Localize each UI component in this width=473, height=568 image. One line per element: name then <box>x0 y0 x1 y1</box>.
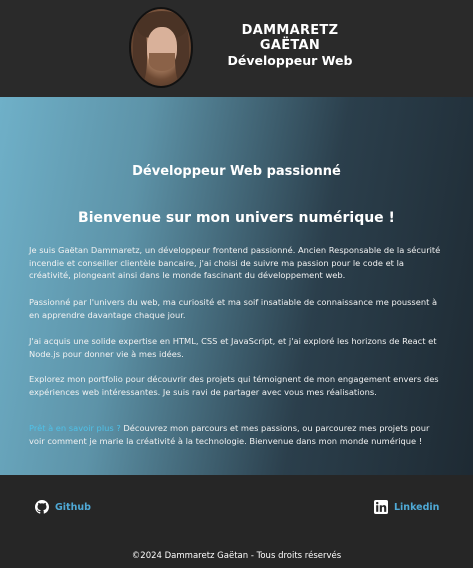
copyright: ©2024 Dammaretz Gaëtan - Tous droits rés… <box>131 551 342 561</box>
portfolio-paragraph: Explorez mon portfolio pour découvrir de… <box>29 374 439 397</box>
profile-name: DAMMARETZ GAËTAN <box>241 23 339 53</box>
learn-more-link[interactable]: Prêt à en savoir plus ? <box>29 423 121 433</box>
github-link[interactable]: Github <box>35 500 91 514</box>
hero-title: Développeur Web passionné <box>132 164 341 179</box>
skills-paragraph: J'ai acquis une solide expertise en HTML… <box>29 336 437 359</box>
cta-paragraph: Prêt à en savoir plus ? Découvrez mon pa… <box>29 422 441 447</box>
curiosity-paragraph: Passionné par l'univers du web, ma curio… <box>29 297 438 320</box>
profile-role: Développeur Web <box>227 53 353 68</box>
linkedin-link[interactable]: Linkedin <box>374 500 439 514</box>
linkedin-icon <box>374 500 388 514</box>
welcome-heading: Bienvenue sur mon univers numérique ! <box>78 210 395 226</box>
github-icon <box>35 500 49 514</box>
avatar <box>129 7 193 88</box>
main-content <box>0 97 473 475</box>
intro-paragraph: Je suis Gaëtan Dammaretz, un développeur… <box>29 245 441 280</box>
linkedin-label: Linkedin <box>394 501 440 513</box>
site-header: DAMMARETZ GAËTAN Développeur Web <box>0 0 473 97</box>
github-label: Github <box>55 501 91 513</box>
